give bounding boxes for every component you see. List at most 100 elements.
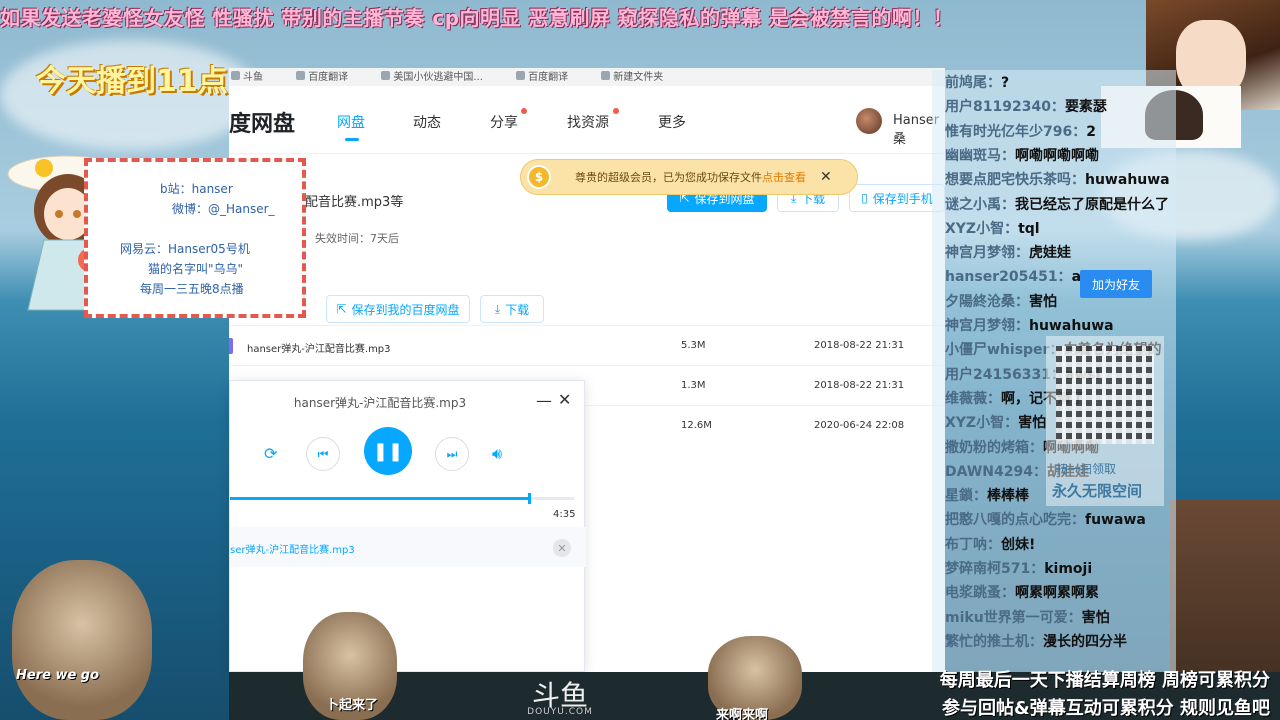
cat-caption: 卜起来了 [326, 698, 379, 713]
bookmark-item[interactable]: 百度翻译 [514, 68, 568, 83]
chat-username[interactable]: XYZ小智： [945, 221, 1018, 237]
close-icon[interactable]: ✕ [820, 169, 832, 185]
chat-username[interactable]: DAWN4294： [945, 464, 1047, 480]
save-icon: ⇱ [336, 302, 347, 316]
next-track-button[interactable]: ⏭ [435, 437, 469, 471]
chat-username[interactable]: 前鸠尾： [945, 75, 1001, 91]
qr-promo: 扫一扫领取 永久无限空间 [1046, 336, 1164, 506]
chat-text: 创妹! [1001, 536, 1036, 553]
pan-logo[interactable]: 度网盘 [229, 106, 295, 138]
chat-message: 星鎖：棒棒棒 [945, 485, 1029, 505]
file-date: 2020-06-24 22:08 [814, 420, 905, 431]
chat-message: 梦碎南柯571：kimoji [945, 558, 1092, 578]
chat-message: 夕陽終沧桑：害怕 [945, 291, 1057, 311]
chat-username[interactable]: 星鎖： [945, 488, 987, 504]
bookmark-item[interactable]: 美国小伙逃避中国... [379, 68, 483, 83]
qr-promo-title: 永久无限空间 [1052, 482, 1143, 500]
chat-username[interactable]: 繁忙的推土机： [945, 634, 1043, 650]
chat-username[interactable]: 神宫月梦翎： [945, 318, 1029, 334]
today-stream-end-notice: 今天播到11点 [36, 64, 228, 99]
chat-username[interactable]: 夕陽終沧桑： [945, 294, 1029, 310]
nav-more[interactable]: 更多 [658, 112, 686, 132]
nav-dynamic[interactable]: 动态 [413, 112, 441, 132]
chat-username[interactable]: 想要点肥宅快乐茶吗： [945, 172, 1085, 188]
nav-find-resources[interactable]: 找资源 [567, 112, 609, 132]
bilibili-info: b站：hanser [160, 182, 233, 196]
chat-username[interactable]: 幽幽斑马： [945, 148, 1015, 164]
chat-text: 害怕 [1081, 609, 1110, 626]
chat-username[interactable]: 维薇薇： [945, 391, 1001, 407]
save-to-my-pan-button[interactable]: ⇱ 保存到我的百度网盘 [326, 295, 470, 323]
file-size: 12.6M [681, 420, 712, 431]
chat-message: miku世界第一可爱：害怕 [945, 607, 1110, 627]
chat-username[interactable]: 谜之小禹： [945, 197, 1015, 213]
save-success-toast: $ 尊贵的超级会员，已为您成功保存文件 点击查看 ✕ [520, 159, 858, 195]
share-notification-dot [521, 108, 527, 114]
chat-text: 啊嘞啊嘞啊嘞 [1015, 147, 1099, 164]
chat-text: 要素瑟 [1064, 99, 1107, 116]
file-row[interactable]: hanser弹丸-沪江配音比赛.mp3 5.3M 2018-08-22 21:3… [229, 325, 945, 365]
chat-username[interactable]: 梦碎南柯571： [945, 561, 1044, 577]
here-we-go-text: Here we go [16, 668, 100, 683]
file-name[interactable]: hanser弹丸-沪江配音比赛.mp3 [247, 340, 391, 355]
bookmark-item[interactable]: 斗鱼 [229, 68, 263, 83]
chat-username[interactable]: XYZ小智： [945, 415, 1018, 431]
qr-code[interactable] [1056, 346, 1154, 444]
volume-icon[interactable]: 🔊︎ [492, 444, 502, 464]
chat-message: 用户81192340：要素瑟 [945, 96, 1107, 116]
find-notification-dot [613, 108, 619, 114]
points-rules-notice: 参与回帖&弹幕互动可累积分 规则见鱼吧 [942, 698, 1270, 719]
chat-message: 神宫月梦翎：huwahuwa [945, 315, 1114, 335]
audio-file-icon [229, 338, 233, 354]
previous-track-button[interactable]: ⏮ [306, 437, 340, 471]
chat-username[interactable]: miku世界第一可爱： [945, 610, 1082, 626]
weibo-info: 微博：@_Hanser_ [172, 202, 275, 216]
chat-text: tql [1018, 220, 1040, 237]
nav-share[interactable]: 分享 [490, 112, 518, 132]
chat-username[interactable]: hanser205451： [945, 269, 1072, 285]
phone-icon: ▯ [861, 191, 868, 205]
pause-button[interactable]: ❚❚ [364, 427, 412, 475]
repeat-icon[interactable]: ⟳ [264, 444, 277, 463]
chat-message: 神宫月梦翎：虎娃娃 [945, 242, 1071, 262]
chat-text: 我已经忘了原配是什么了 [1015, 196, 1169, 213]
chat-username[interactable]: 电浆跳蚤： [945, 585, 1015, 601]
chat-username[interactable]: 布丁呐： [945, 537, 1001, 553]
toast-view-link[interactable]: 点击查看 [762, 169, 806, 185]
progress-bar[interactable] [230, 493, 574, 504]
playlist-track-name[interactable]: ser弹丸-沪江配音比赛.mp3 [230, 541, 355, 556]
add-friend-button[interactable]: 加为好友 [1080, 270, 1152, 298]
share-expire-time: 失效时间：7天后 [315, 232, 399, 245]
chat-text: ? [1001, 75, 1010, 91]
chat-username[interactable]: 神宫月梦翎： [945, 245, 1029, 261]
bookmark-item[interactable]: 新建文件夹 [599, 68, 663, 83]
douyu-logo-sub: DOUYU.COM [527, 707, 593, 717]
chat-username[interactable]: 惟有时光亿年少796： [945, 124, 1086, 140]
toolbar-download-button[interactable]: ⤓ 下载 [480, 295, 544, 323]
laughing-cat-image [12, 560, 152, 720]
nav-netdisk[interactable]: 网盘 [337, 112, 365, 132]
chat-username[interactable]: 用户81192340： [945, 99, 1065, 115]
progress-knob[interactable] [528, 493, 532, 504]
nav-active-indicator [345, 138, 359, 141]
close-icon[interactable]: ✕ [558, 390, 571, 409]
chat-username[interactable]: 撒奶粉的烤箱： [945, 440, 1043, 456]
bookmarks-bar: 斗鱼 百度翻译 美国小伙逃避中国... 百度翻译 新建文件夹 [229, 68, 945, 86]
file-date: 2018-08-22 21:31 [814, 380, 905, 391]
chat-text: 漫长的四分半 [1043, 633, 1127, 650]
chat-username[interactable]: 把憨八嘎的点心吃完： [945, 512, 1085, 528]
chat-text: 2 [1086, 123, 1096, 140]
user-avatar[interactable] [856, 108, 882, 134]
chat-text: 害怕 [1018, 415, 1047, 432]
bookmark-item[interactable]: 百度翻译 [294, 68, 348, 83]
chat-text: huwahuwa [1085, 172, 1170, 189]
save-to-phone-button[interactable]: ▯ 保存到手机 [849, 184, 945, 212]
chat-message: 电浆跳蚤：啊累啊累啊累 [945, 582, 1099, 602]
playlist-item[interactable]: ser弹丸-沪江配音比赛.mp3 ✕ [230, 527, 586, 567]
minimize-icon[interactable]: — [536, 391, 552, 410]
pan-header: 度网盘 网盘 动态 分享 找资源 更多 Hanser桑 [229, 86, 945, 154]
chat-text: huwahuwa [1029, 318, 1114, 334]
file-size: 5.3M [681, 340, 706, 351]
chat-message: 谜之小禹：我已经忘了原配是什么了 [945, 194, 1169, 214]
remove-icon[interactable]: ✕ [553, 539, 571, 557]
